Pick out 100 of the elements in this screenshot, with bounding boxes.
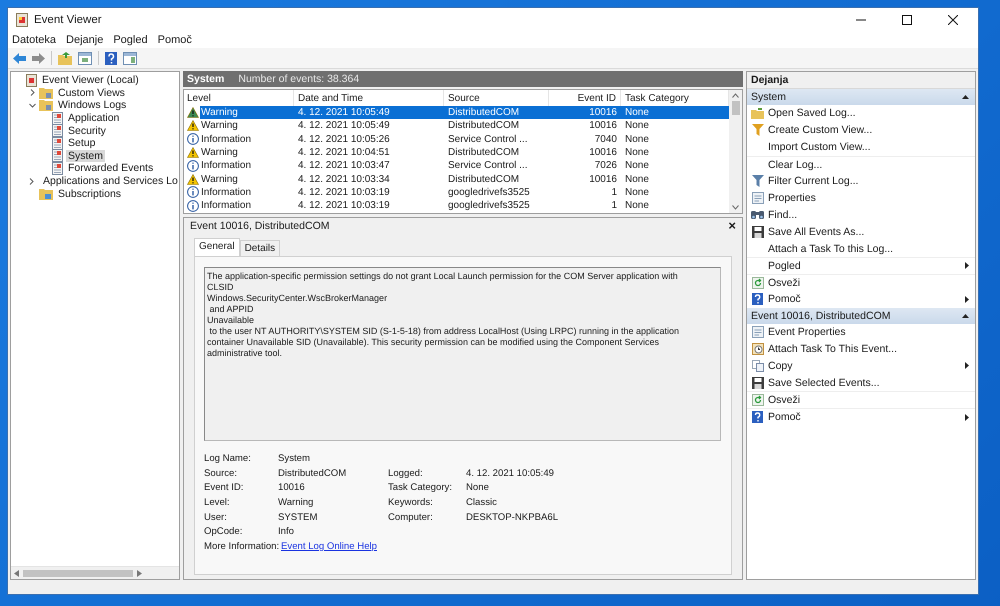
property-label: More Information:	[204, 540, 278, 552]
table-cell-text: googledrivefs3525	[447, 199, 531, 212]
collapse-icon[interactable]	[962, 314, 969, 318]
message-line: Unavailable	[207, 315, 256, 326]
scroll-left-icon[interactable]	[14, 570, 19, 576]
scroll-right-icon[interactable]	[137, 570, 142, 576]
action-item[interactable]: Open Saved Log...	[747, 105, 975, 122]
folder-icon	[39, 188, 53, 200]
action-item[interactable]: Clear Log...	[747, 156, 975, 173]
menu-item[interactable]: Pogled	[113, 34, 148, 46]
help-link[interactable]: Event Log Online Help	[281, 540, 377, 552]
action-item[interactable]: Pomoč	[747, 408, 975, 426]
table-cell: 10016	[549, 106, 621, 120]
binoculars-icon	[751, 209, 764, 220]
scroll-thumb[interactable]	[23, 570, 133, 576]
panel-icon[interactable]	[123, 52, 137, 64]
tree-item[interactable]: Windows Logs	[56, 99, 128, 112]
menu-item[interactable]: Datoteka	[12, 34, 56, 46]
action-item[interactable]: Osveži	[747, 274, 975, 291]
folder-icon	[39, 99, 53, 112]
action-item[interactable]: Save All Events As...	[747, 223, 975, 240]
table-cell-text: 10016	[588, 146, 618, 160]
table-cell-text: 4. 12. 2021 10:03:34	[297, 172, 391, 186]
expand-chevron-icon[interactable]	[28, 89, 36, 96]
tree-item[interactable]: System	[66, 150, 106, 162]
action-item[interactable]: Pogled	[747, 257, 975, 274]
menu-item[interactable]: Dejanje	[66, 34, 104, 46]
funnel-icon	[752, 124, 764, 136]
table-cell-text: Information	[200, 186, 252, 200]
tree-item[interactable]: Applications and Services Lo	[41, 175, 179, 188]
folder-icon[interactable]	[58, 52, 72, 64]
scroll-down-icon[interactable]	[732, 205, 739, 210]
tree-item[interactable]: Security	[66, 124, 108, 137]
table-cell-text: None	[624, 199, 650, 212]
help-icon[interactable]	[105, 52, 117, 64]
section-header[interactable]: System	[747, 89, 975, 105]
action-item[interactable]: Save Selected Events...	[747, 374, 975, 392]
tree-item[interactable]: Setup	[66, 137, 98, 150]
message-line: container Unavailable SID (Unavailable). This security permission can be modified using the Component Services	[207, 337, 660, 348]
log-icon	[52, 162, 63, 175]
expand-chevron-icon[interactable]	[28, 178, 35, 185]
event-count: Number of events: 38.364	[238, 73, 360, 85]
property-label: Event ID:	[204, 482, 244, 494]
section-header[interactable]: Event 10016, DistributedCOM	[747, 308, 975, 324]
action-item[interactable]: Filter Current Log...	[747, 172, 975, 190]
scroll-up-icon[interactable]	[732, 93, 739, 98]
tree-item[interactable]: Forwarded Events	[66, 162, 156, 174]
action-item[interactable]: Create Custom View...	[747, 122, 975, 139]
action-item[interactable]: Pomoč	[747, 290, 975, 308]
collapse-chevron-icon[interactable]	[28, 102, 36, 109]
forward-arrow-icon[interactable]	[32, 52, 45, 64]
warning-icon	[187, 107, 199, 118]
close-icon[interactable]	[948, 15, 958, 25]
table-cell-text: DistributedCOM	[447, 172, 520, 186]
table-cell-text: 7040	[594, 132, 618, 146]
action-item[interactable]: Properties	[747, 189, 975, 206]
tree-item[interactable]: Subscriptions	[56, 188, 124, 200]
close-button[interactable]: ×	[728, 218, 736, 233]
maximize-icon[interactable]	[902, 15, 912, 25]
table-cell-text: Service Control ...	[447, 132, 528, 146]
log-icon	[52, 112, 63, 125]
help-icon	[752, 293, 763, 306]
collapse-icon[interactable]	[962, 95, 969, 99]
table-cell-text: None	[624, 159, 650, 172]
tab[interactable]: General	[194, 238, 240, 256]
warning-icon	[187, 174, 199, 185]
menu-item[interactable]: Pomoč	[158, 34, 192, 46]
tree-item[interactable]: Event Viewer (Local)	[40, 74, 141, 86]
table-cell-text: None	[624, 186, 650, 200]
table-cell-text: Warning	[200, 146, 239, 160]
actions-title: Dejanja	[747, 72, 975, 89]
action-item[interactable]: Event Properties	[747, 324, 975, 341]
horizontal-scrollbar[interactable]	[11, 566, 179, 579]
log-icon	[52, 124, 63, 138]
action-item[interactable]: Find...	[747, 206, 975, 224]
tree-item[interactable]: Custom Views	[56, 86, 127, 99]
action-item[interactable]: Attach a Task To this Log...	[747, 240, 975, 258]
action-item[interactable]: Attach Task To This Event...	[747, 340, 975, 358]
table-cell-text: 7026	[594, 159, 618, 172]
vertical-scrollbar[interactable]	[729, 90, 742, 213]
table-cell-text: 10016	[588, 172, 618, 186]
panel-icon[interactable]	[78, 52, 92, 64]
action-item[interactable]: Osveži	[747, 391, 975, 408]
tree-item[interactable]: Application	[66, 112, 122, 124]
message-line: The application-specific permission settings do not grant Local Launch permission for the COM Server application with	[207, 271, 679, 282]
app-icon	[16, 13, 28, 27]
window-title: Event Viewer	[34, 14, 103, 26]
action-item[interactable]: Import Custom View...	[747, 138, 975, 156]
property-value: 4. 12. 2021 10:05:49	[466, 468, 556, 479]
table-cell-text: None	[624, 172, 650, 186]
property-value: Info	[278, 526, 296, 538]
copy-icon	[752, 360, 764, 372]
scroll-thumb[interactable]	[732, 101, 740, 115]
table-cell-text: 1	[610, 186, 618, 200]
table-cell-text: 4. 12. 2021 10:04:51	[297, 146, 391, 160]
properties-icon	[752, 192, 764, 204]
back-arrow-icon[interactable]	[13, 52, 26, 64]
action-item[interactable]: Copy	[747, 357, 975, 374]
property-label: OpCode:	[204, 526, 244, 538]
tab[interactable]: Details	[240, 240, 280, 256]
